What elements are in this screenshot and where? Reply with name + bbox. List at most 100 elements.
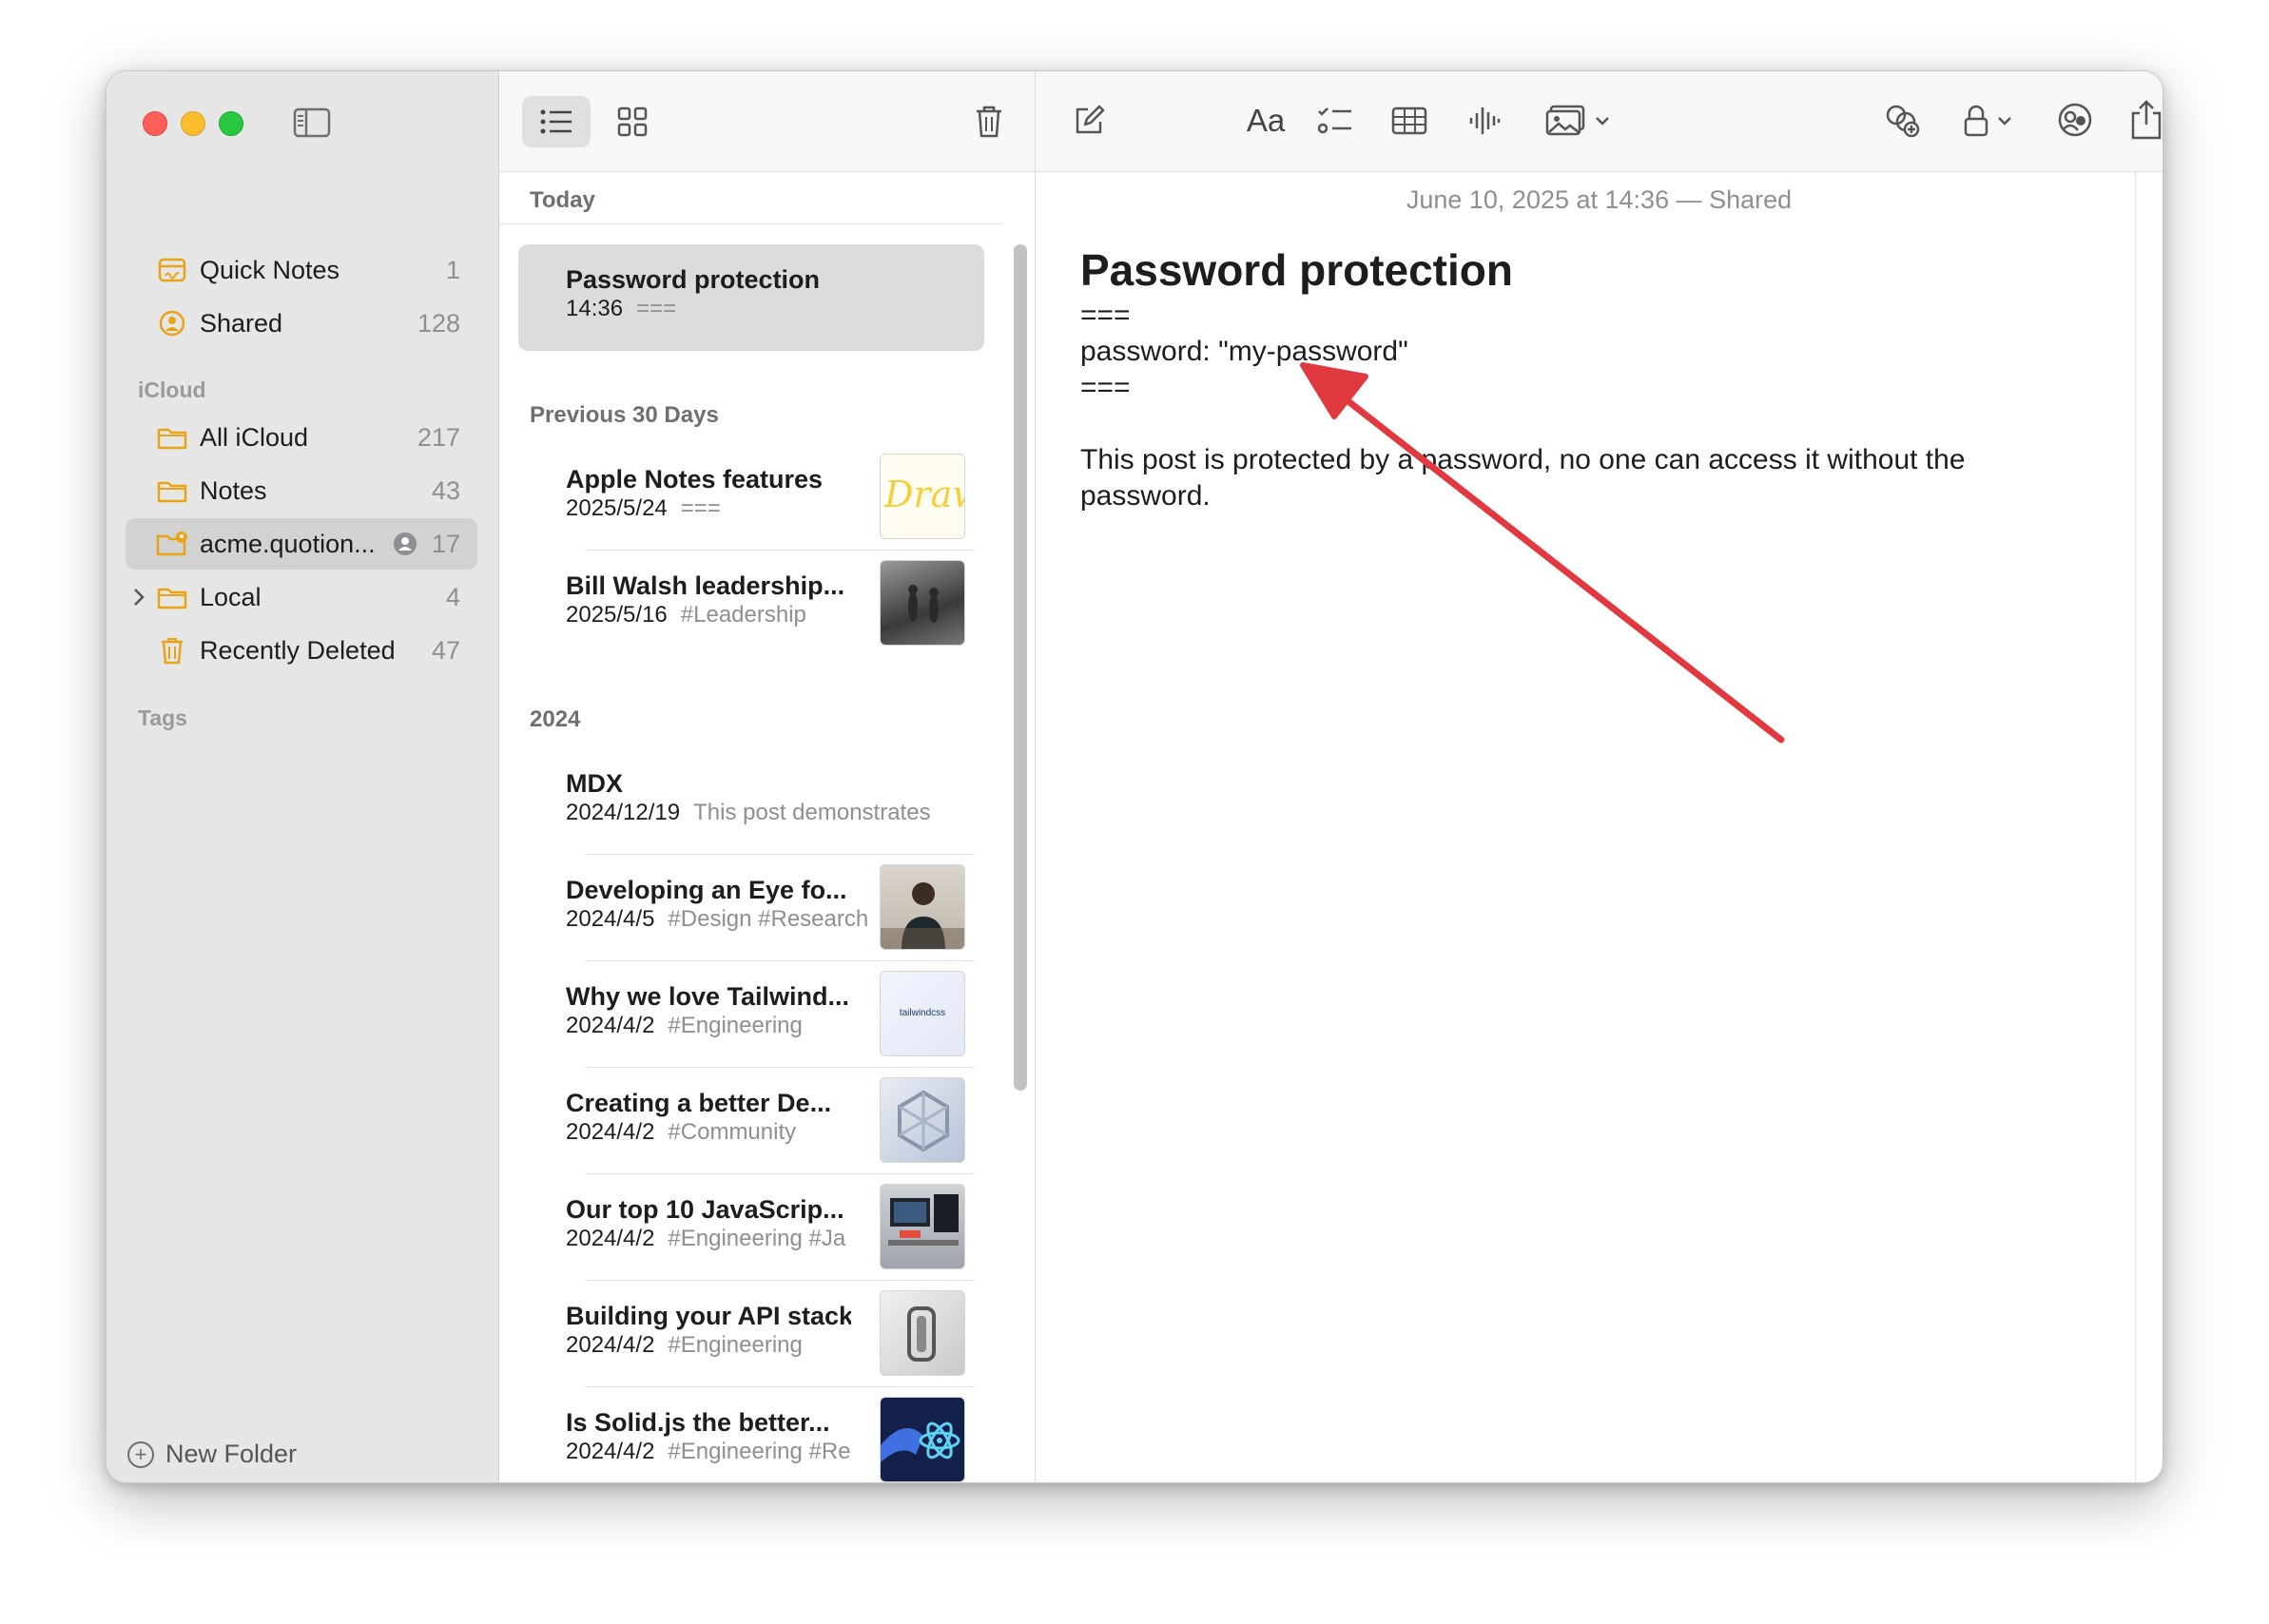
note-title: Developing an Eye fo... <box>566 876 847 904</box>
folder-icon <box>156 583 188 611</box>
note-snippet: === <box>636 296 677 321</box>
disclosure-chevron-icon[interactable] <box>131 587 146 608</box>
sidebar-item-count: 128 <box>417 308 460 338</box>
note-body-password-line[interactable]: password: "my-password" <box>1080 336 1408 368</box>
note-item-building-your-api-stack[interactable]: Building your API stack 2024/4/2 #Enginee… <box>518 1281 984 1387</box>
note-meta: 2024/4/2 #Community <box>566 1119 880 1146</box>
note-snippet: #Engineering #Ja <box>668 1226 846 1251</box>
section-divider <box>499 223 1003 224</box>
sidebar-item-count: 4 <box>445 582 460 611</box>
note-body-line[interactable]: === <box>1080 300 1131 332</box>
folder-icon <box>156 423 188 452</box>
sidebar-item-label: acme.quotion... <box>200 529 376 558</box>
note-title: Is Solid.js the better... <box>566 1408 830 1437</box>
note-date: 2024/4/5 <box>566 906 655 932</box>
note-thumbnail-drawing: Drawin <box>880 454 965 539</box>
plus-icon: + <box>127 1440 154 1468</box>
note-thumbnail-solid <box>880 1397 965 1482</box>
note-snippet: #Leadership <box>680 602 806 628</box>
new-folder-button[interactable]: + New Folder <box>127 1440 297 1469</box>
note-date: 2024/4/2 <box>566 1332 655 1358</box>
note-title: Why we love Tailwind... <box>566 982 850 1011</box>
table-button[interactable] <box>1387 100 1431 142</box>
window-controls <box>143 111 243 136</box>
note-title: Creating a better De... <box>566 1089 832 1117</box>
note-meta: 2025/5/16 #Leadership <box>566 602 880 628</box>
note-item-apple-notes-features[interactable]: Apple Notes features 2025/5/24 === Drawin <box>518 444 984 551</box>
sidebar-item-local[interactable]: Local 4 <box>126 571 477 623</box>
new-folder-label: New Folder <box>165 1440 298 1468</box>
note-item-creating-a-better[interactable]: Creating a better De... 2024/4/2 #Communi… <box>518 1068 984 1174</box>
audio-record-button[interactable] <box>1465 100 1503 142</box>
note-list-toolbar <box>499 71 1035 172</box>
sidebar-item-label: Shared <box>200 308 283 338</box>
sidebar-item-shared[interactable]: Shared 128 <box>126 298 477 349</box>
note-date-line: June 10, 2025 at 14:36 — Shared <box>1406 185 1793 214</box>
note-snippet: #Engineering <box>668 1013 803 1038</box>
note-heading[interactable]: Password protection <box>1080 244 1513 296</box>
new-note-button[interactable] <box>1070 100 1108 142</box>
shared-people-button[interactable] <box>2053 98 2097 142</box>
sidebar-toggle-icon[interactable] <box>293 106 331 140</box>
photo-icon <box>1545 105 1587 137</box>
sidebar-item-notes[interactable]: Notes 43 <box>126 465 477 516</box>
sidebar-item-label: Quick Notes <box>200 255 340 284</box>
note-list-pane: Today Password protection 14:36 === Previ… <box>499 71 1036 1482</box>
note-snippet: #Engineering <box>668 1332 803 1358</box>
delete-note-button[interactable] <box>965 96 1013 147</box>
note-list-scrollbar[interactable] <box>1014 244 1027 1091</box>
note-item-password-protection[interactable]: Password protection 14:36 === <box>518 244 984 351</box>
note-item-developing-an-eye[interactable]: Developing an Eye fo... 2024/4/5 #Design … <box>518 855 984 961</box>
note-item-our-top-10-javascript[interactable]: Our top 10 JavaScrip... 2024/4/2 #Enginee… <box>518 1174 984 1281</box>
note-thumbnail-photo <box>880 864 965 950</box>
people-icon <box>2056 102 2094 138</box>
note-item-is-solidjs-the-better[interactable]: Is Solid.js the better... 2024/4/2 #Engin… <box>518 1387 984 1482</box>
section-header-2024: 2024 <box>530 706 581 732</box>
note-date: 2024/12/19 <box>566 800 681 825</box>
chevron-down-icon <box>1997 115 2012 126</box>
note-body-line[interactable]: === <box>1080 372 1131 404</box>
collaboration-icon <box>1883 101 1921 139</box>
note-title: Apple Notes features <box>566 465 824 493</box>
note-thumbnail-3d <box>880 1077 965 1163</box>
note-title: Building your API stack <box>566 1302 851 1330</box>
note-thumbnail-tailwind: tailwindcss <box>880 971 965 1056</box>
note-meta: 2024/4/2 #Engineering <box>566 1013 880 1039</box>
share-button[interactable] <box>2127 96 2162 144</box>
waveform-icon <box>1468 105 1501 137</box>
collaborate-button[interactable] <box>1880 98 1924 142</box>
gallery-view-icon <box>617 106 648 137</box>
sidebar-item-label: Local <box>200 582 262 611</box>
chevron-down-icon <box>1595 115 1610 126</box>
gallery-view-button[interactable] <box>604 96 661 147</box>
checklist-button[interactable] <box>1313 100 1357 142</box>
note-date: 2024/4/2 <box>566 1439 655 1464</box>
shared-folder-icon <box>156 530 188 558</box>
minimize-window-button[interactable] <box>181 111 205 136</box>
note-meta: 2024/4/2 #Engineering #Re <box>566 1439 880 1465</box>
thumbnail-text: tailwindcss <box>899 1008 946 1018</box>
note-meta: 14:36 === <box>566 296 880 322</box>
note-editor: Aa June 10, 2025 at 14:36 — Shared Passw… <box>1036 71 2162 1482</box>
note-item-bill-walsh-leadership[interactable]: Bill Walsh leadership... 2025/5/16 #Leade… <box>518 551 984 657</box>
close-window-button[interactable] <box>143 111 167 136</box>
sidebar-item-all-icloud[interactable]: All iCloud 217 <box>126 412 477 463</box>
compose-icon <box>1073 105 1105 137</box>
note-date: 2024/4/2 <box>566 1013 655 1038</box>
sidebar-item-acme-quotion[interactable]: acme.quotion... 17 <box>126 518 477 570</box>
note-item-mdx[interactable]: MDX 2024/12/19 This post demonstrates <box>518 748 984 855</box>
note-meta: 2024/4/2 #Engineering <box>566 1332 880 1359</box>
section-header-today: Today <box>530 187 595 213</box>
lock-note-button[interactable] <box>1956 100 2019 142</box>
note-thumbnail-photo <box>880 560 965 646</box>
sidebar-item-recently-deleted[interactable]: Recently Deleted 47 <box>126 625 477 676</box>
note-item-why-we-love-tailwind[interactable]: Why we love Tailwind... 2024/4/2 #Enginee… <box>518 961 984 1068</box>
format-button[interactable]: Aa <box>1241 98 1290 144</box>
note-body-paragraph[interactable]: This post is protected by a password, no… <box>1080 442 2069 514</box>
media-button[interactable] <box>1540 100 1616 142</box>
note-snippet: #Engineering #Re <box>668 1439 851 1464</box>
note-meta: 2025/5/24 === <box>566 495 880 522</box>
zoom-window-button[interactable] <box>219 111 243 136</box>
sidebar-item-quick-notes[interactable]: Quick Notes 1 <box>126 244 477 296</box>
list-view-button[interactable] <box>522 96 591 147</box>
